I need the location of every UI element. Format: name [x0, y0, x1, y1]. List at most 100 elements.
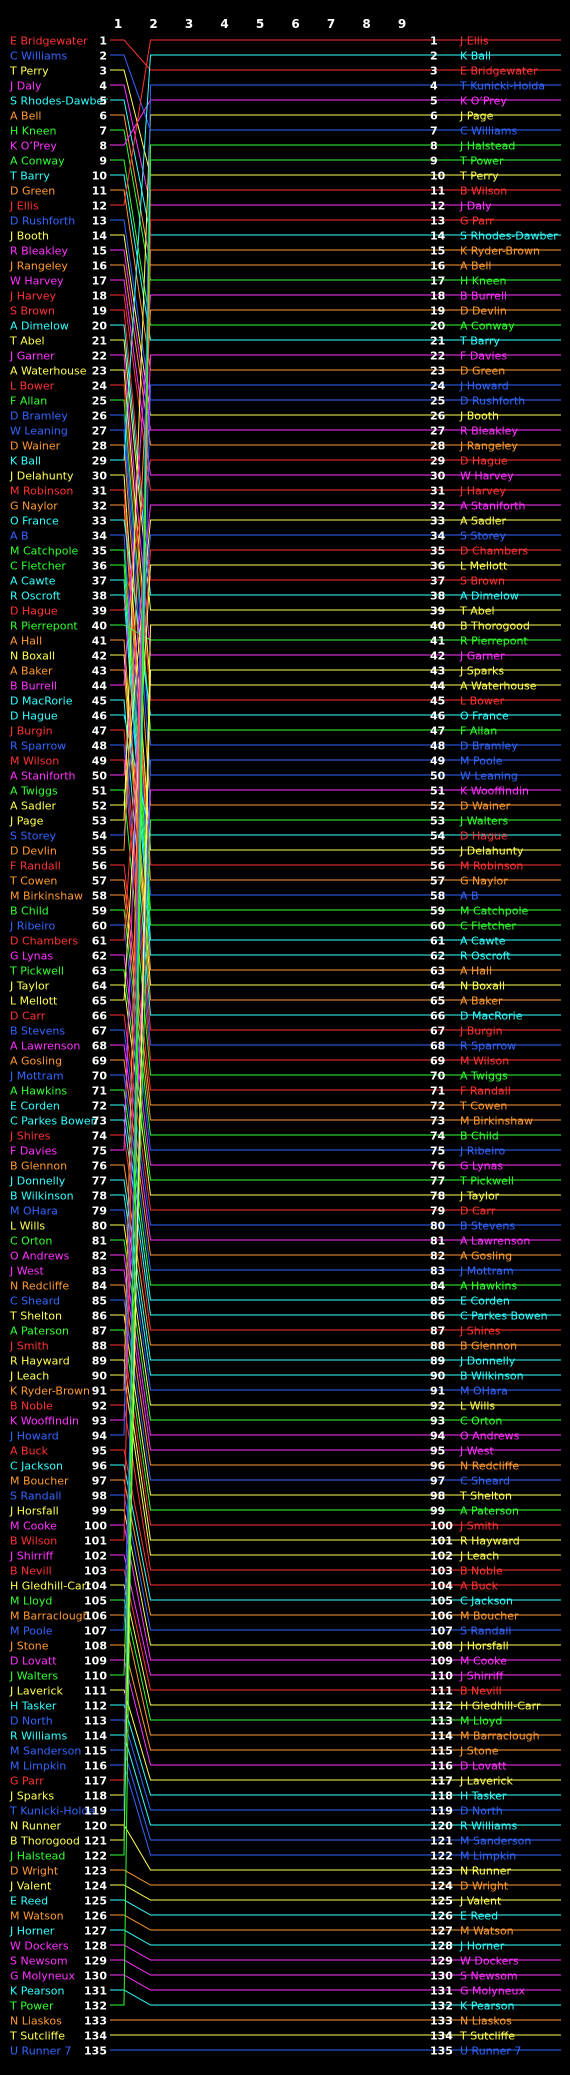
start-name-label: D Chambers — [10, 935, 78, 948]
start-position-label: 65 — [92, 995, 107, 1008]
start-position-label: 24 — [92, 380, 108, 393]
finish-position-label: 121 — [430, 1835, 453, 1848]
start-name-label: A Hall — [10, 635, 42, 648]
finish-name-label: G Molyneux — [460, 1985, 526, 1998]
start-position-label: 31 — [92, 485, 107, 498]
finish-position-label: 62 — [430, 950, 445, 963]
start-position-label: 115 — [84, 1745, 107, 1758]
start-name-label: G Naylor — [10, 500, 58, 513]
finish-name-label: W Dockers — [460, 1955, 519, 1968]
finish-name-label: E Bridgewater — [460, 65, 538, 78]
start-name-label: M Catchpole — [10, 545, 79, 558]
start-name-label: D Lovatt — [10, 1655, 57, 1668]
start-name-label: M Barraclough — [10, 1610, 90, 1623]
finish-position-label: 1 — [430, 35, 438, 48]
start-name-label: A Twiggs — [10, 785, 58, 798]
start-name-label: J Booth — [9, 230, 49, 243]
start-name-label: A Lawrenson — [10, 1040, 80, 1053]
start-position-label: 13 — [92, 215, 107, 228]
lap-tick-label: 9 — [398, 17, 406, 31]
start-name-label: B Thorogood — [10, 1835, 80, 1848]
finish-name-label: D Hague — [460, 455, 508, 468]
finish-name-label: B Noble — [460, 1565, 503, 1578]
finish-name-label: T Pickwell — [459, 1175, 514, 1188]
start-name-label: B Burrell — [10, 680, 57, 693]
start-position-label: 26 — [92, 410, 108, 423]
start-position-label: 101 — [84, 1535, 107, 1548]
finish-name-label: J Howard — [459, 380, 509, 393]
start-name-label: R Bleakley — [10, 245, 68, 258]
finish-position-label: 31 — [430, 485, 445, 498]
start-position-label: 112 — [84, 1700, 107, 1713]
finish-name-label: K O’Prey — [460, 95, 507, 108]
finish-name-label: A Dimelow — [460, 590, 519, 603]
start-position-label: 134 — [84, 2030, 107, 2043]
start-name-label: G Molyneux — [10, 1970, 76, 1983]
start-position-label: 135 — [84, 2045, 107, 2058]
finish-name-label: M Lloyd — [460, 1715, 502, 1728]
start-position-label: 129 — [84, 1955, 107, 1968]
start-name-label: U Runner 7 — [10, 2045, 71, 2058]
finish-position-label: 83 — [430, 1265, 445, 1278]
start-name-label: C Fletcher — [10, 560, 66, 573]
finish-name-label: L Wills — [460, 1400, 495, 1413]
start-name-label: N Redcliffe — [10, 1280, 69, 1293]
start-name-label: E Bridgewater — [10, 35, 88, 48]
finish-position-label: 124 — [430, 1880, 453, 1893]
start-name-label: L Mellott — [10, 995, 58, 1008]
start-position-label: 89 — [92, 1355, 107, 1368]
start-name-label: A Gosling — [10, 1055, 62, 1068]
start-name-label: M Robinson — [10, 485, 73, 498]
start-position-label: 51 — [92, 785, 107, 798]
finish-position-label: 27 — [430, 425, 445, 438]
finish-position-label: 63 — [430, 965, 445, 978]
finish-name-label: J Stone — [459, 1745, 499, 1758]
start-position-label: 77 — [92, 1175, 107, 1188]
finish-position-label: 13 — [430, 215, 445, 228]
start-position-label: 117 — [84, 1775, 107, 1788]
finish-name-label: C Parkes Bowen — [460, 1310, 548, 1323]
lap-tick-label: 8 — [362, 17, 370, 31]
start-name-label: D Devlin — [10, 845, 57, 858]
finish-position-label: 127 — [430, 1925, 453, 1938]
finish-position-label: 3 — [430, 65, 438, 78]
finish-position-label: 18 — [430, 290, 445, 303]
finish-name-label: M Boucher — [460, 1610, 519, 1623]
start-position-label: 63 — [92, 965, 107, 978]
start-name-label: J Page — [9, 815, 44, 828]
start-position-label: 69 — [92, 1055, 107, 1068]
finish-name-label: M Limpkin — [460, 1850, 516, 1863]
finish-name-label: J Garner — [459, 650, 505, 663]
start-name-label: M Wilson — [10, 755, 59, 768]
start-name-label: T Shelton — [9, 1310, 62, 1323]
start-name-label: J Howard — [9, 1430, 59, 1443]
finish-position-label: 125 — [430, 1895, 453, 1908]
finish-position-label: 81 — [430, 1235, 445, 1248]
start-position-label: 66 — [92, 1010, 108, 1023]
finish-name-label: J Walters — [459, 815, 508, 828]
start-position-label: 1 — [99, 35, 107, 48]
lap-tick-label: 6 — [291, 17, 299, 31]
lap-tick-label: 1 — [114, 17, 122, 31]
finish-position-label: 28 — [430, 440, 445, 453]
finish-name-label: T Cowen — [459, 1100, 507, 1113]
lap-tick-label: 2 — [149, 17, 157, 31]
start-name-label: J Garner — [9, 350, 55, 363]
finish-name-label: F Davies — [460, 350, 507, 363]
finish-name-label: D Carr — [460, 1205, 496, 1218]
start-position-label: 14 — [92, 230, 108, 243]
finish-position-label: 67 — [430, 1025, 445, 1038]
start-position-label: 124 — [84, 1880, 107, 1893]
finish-position-label: 46 — [430, 710, 446, 723]
finish-name-label: J Ellis — [459, 35, 489, 48]
finish-position-label: 32 — [430, 500, 445, 513]
finish-name-label: A Bell — [460, 260, 491, 273]
finish-name-label: D Wright — [460, 1880, 509, 1893]
finish-position-label: 22 — [430, 350, 445, 363]
start-name-label: B Stevens — [10, 1025, 65, 1038]
finish-position-label: 74 — [430, 1130, 446, 1143]
finish-name-label: J Halstead — [459, 140, 515, 153]
start-name-label: C Sheard — [10, 1295, 60, 1308]
finish-position-label: 79 — [430, 1205, 445, 1218]
finish-name-label: A Hawkins — [460, 1280, 517, 1293]
